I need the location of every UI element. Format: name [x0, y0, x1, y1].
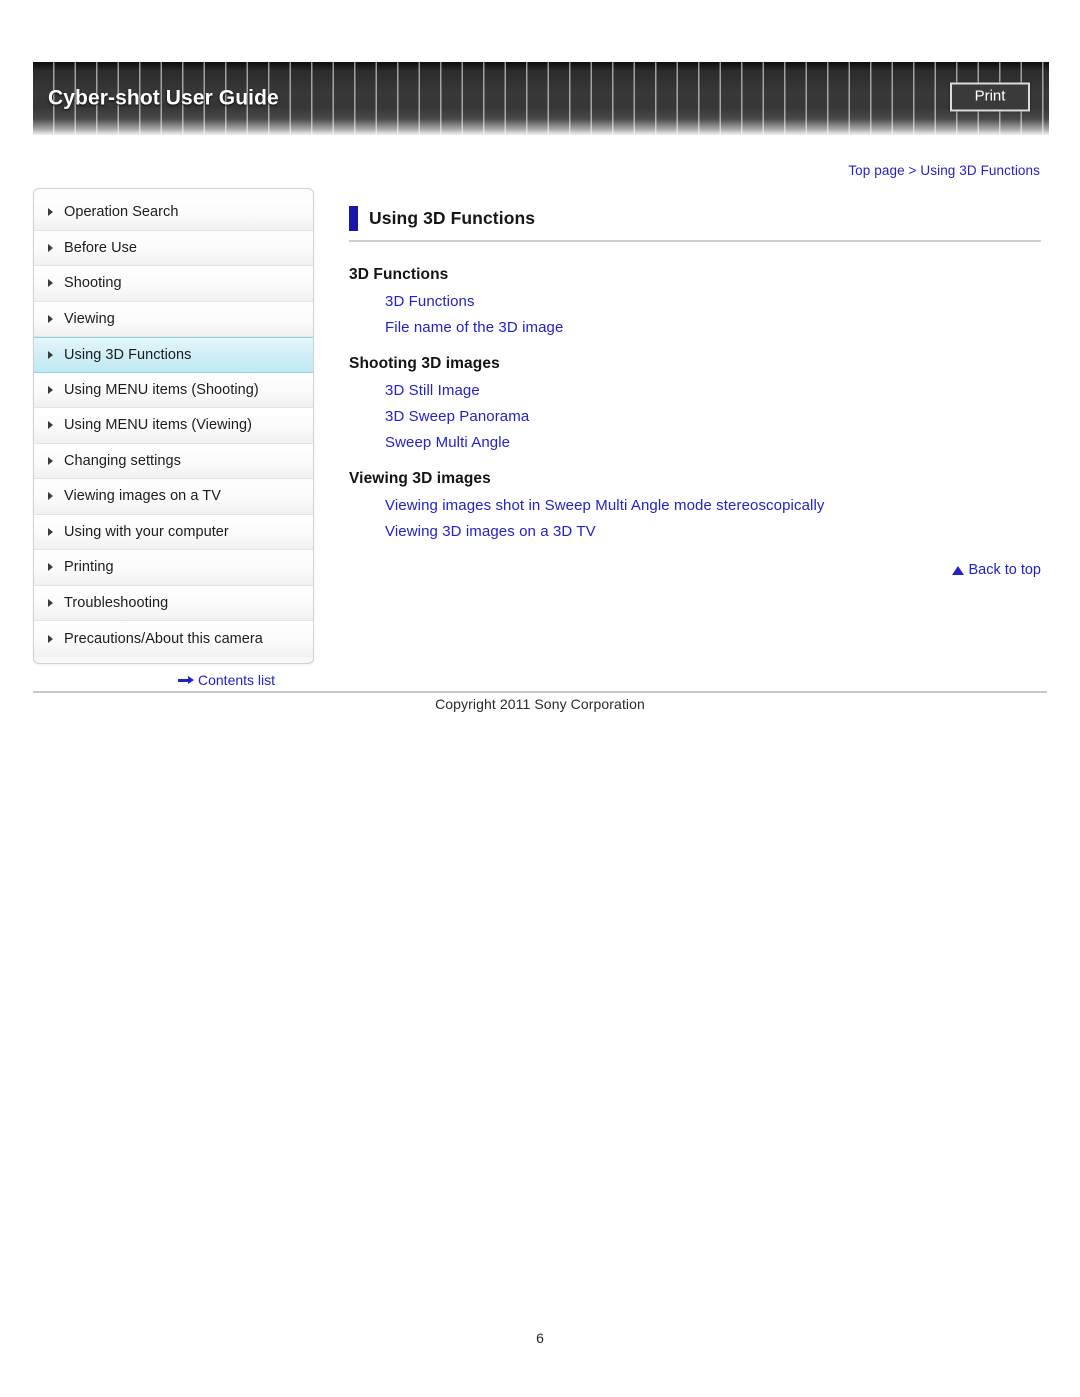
- content-link[interactable]: Viewing 3D images on a 3D TV: [385, 523, 1049, 540]
- contents-list-label: Contents list: [198, 672, 276, 688]
- content-link[interactable]: 3D Still Image: [385, 382, 1049, 399]
- sidebar-item-label: Shooting: [64, 275, 122, 292]
- triangle-right-icon: [48, 350, 53, 359]
- content-section: 3D Functions 3D Functions File name of the…: [349, 266, 1049, 336]
- print-button[interactable]: Print: [950, 81, 1030, 112]
- sidebar-item-label: Troubleshooting: [64, 594, 169, 611]
- breadcrumb: Top page > Using 3D Functions: [848, 163, 1040, 178]
- copyright-text: Copyright 2011 Sony Corporation: [435, 696, 645, 712]
- main-content: Using 3D Functions 3D Functions 3D Functi…: [349, 206, 1049, 578]
- triangle-up-icon: [952, 566, 965, 575]
- triangle-right-icon: [48, 243, 53, 252]
- sidebar-item-viewing[interactable]: Viewing: [34, 301, 313, 337]
- sidebar-item-precautions-about-this-camera[interactable]: Precautions/About this camera: [34, 621, 313, 657]
- sidebar-item-label: Before Use: [64, 239, 138, 256]
- arrow-right-icon: [178, 676, 194, 685]
- back-to-top-label: Back to top: [968, 562, 1041, 578]
- triangle-right-icon: [48, 634, 53, 643]
- sidebar-item-before-use[interactable]: Before Use: [34, 230, 313, 266]
- sidebar-item-using-menu-items-viewing[interactable]: Using MENU items (Viewing): [34, 408, 313, 444]
- page-title: Using 3D Functions: [369, 208, 536, 228]
- sidebar-item-viewing-images-on-a-tv[interactable]: Viewing images on a TV: [34, 479, 313, 515]
- sidebar-item-label: Operation Search: [64, 204, 179, 221]
- app-title: Cyber-shot User Guide: [48, 86, 279, 110]
- footer-divider: [33, 691, 1047, 693]
- triangle-right-icon: [48, 314, 53, 323]
- sidebar-item-using-3d-functions[interactable]: Using 3D Functions: [34, 337, 313, 373]
- content-link[interactable]: 3D Functions: [385, 293, 1049, 310]
- sidebar-item-using-menu-items-shooting[interactable]: Using MENU items (Shooting): [34, 372, 313, 408]
- title-accent-bar: [349, 206, 358, 231]
- triangle-right-icon: [48, 492, 53, 501]
- breadcrumb-current: Using 3D Functions: [920, 163, 1040, 178]
- triangle-right-icon: [48, 421, 53, 430]
- section-heading: 3D Functions: [349, 266, 449, 283]
- content-section: Viewing 3D images Viewing images shot in …: [349, 470, 1049, 540]
- sidebar-item-using-with-your-computer[interactable]: Using with your computer: [34, 514, 313, 550]
- sidebar-item-changing-settings[interactable]: Changing settings: [34, 443, 313, 479]
- sidebar-item-label: Viewing images on a TV: [64, 488, 221, 505]
- sidebar-item-printing[interactable]: Printing: [34, 550, 313, 586]
- contents-list-link[interactable]: Contents list: [178, 672, 275, 688]
- content-link[interactable]: Viewing images shot in Sweep Multi Angle…: [385, 497, 1049, 514]
- sidebar-item-label: Viewing: [64, 310, 115, 327]
- sidebar-item-label: Using MENU items (Viewing): [64, 417, 252, 434]
- section-heading: Viewing 3D images: [349, 470, 491, 487]
- page-title-row: Using 3D Functions: [349, 206, 1041, 242]
- section-heading: Shooting 3D images: [349, 355, 500, 372]
- sidebar-item-label: Using MENU items (Shooting): [64, 381, 259, 398]
- section-list: 3D Functions 3D Functions File name of the…: [349, 266, 1049, 540]
- triangle-right-icon: [48, 456, 53, 465]
- back-to-top-link[interactable]: Back to top: [349, 562, 1041, 578]
- sidebar-item-label: Using with your computer: [64, 523, 229, 540]
- page-number: 6: [536, 1330, 544, 1346]
- header-banner: Cyber-shot User Guide Print: [33, 62, 1049, 135]
- triangle-right-icon: [48, 563, 53, 572]
- sidebar-item-shooting[interactable]: Shooting: [34, 266, 313, 302]
- content-section: Shooting 3D images 3D Still Image 3D Sweep…: [349, 355, 1049, 451]
- breadcrumb-top-page[interactable]: Top page: [848, 163, 904, 178]
- breadcrumb-separator: >: [908, 163, 917, 178]
- sidebar-item-troubleshooting[interactable]: Troubleshooting: [34, 585, 313, 621]
- triangle-right-icon: [48, 527, 53, 536]
- sidebar-item-label: Printing: [64, 559, 114, 576]
- triangle-right-icon: [48, 598, 53, 607]
- content-link[interactable]: File name of the 3D image: [385, 319, 1049, 336]
- sidebar-item-operation-search[interactable]: Operation Search: [34, 195, 313, 231]
- triangle-right-icon: [48, 279, 53, 288]
- sidebar-item-label: Changing settings: [64, 452, 181, 469]
- sidebar-item-label: Using 3D Functions: [64, 346, 192, 363]
- triangle-right-icon: [48, 385, 53, 394]
- content-link[interactable]: Sweep Multi Angle: [385, 434, 1049, 451]
- sidebar-nav: Operation Search Before Use Shooting Viewin…: [33, 188, 314, 664]
- sidebar-item-label: Precautions/About this camera: [64, 630, 263, 647]
- content-link[interactable]: 3D Sweep Panorama: [385, 408, 1049, 425]
- triangle-right-icon: [48, 208, 53, 217]
